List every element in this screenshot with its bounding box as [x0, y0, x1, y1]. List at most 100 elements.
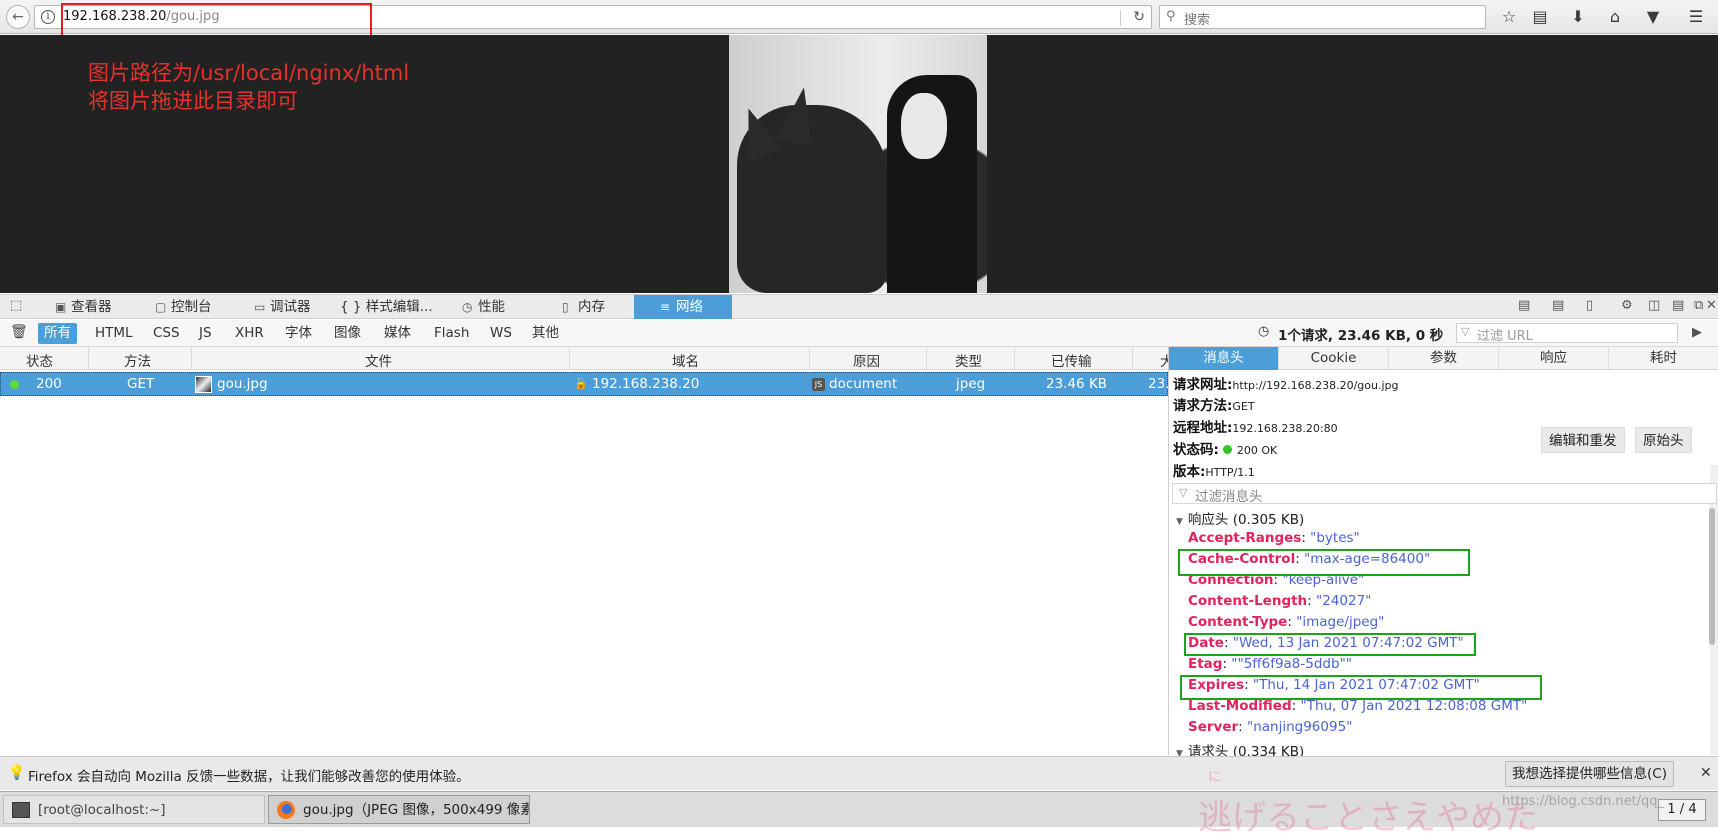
filter-all[interactable]: 所有	[38, 323, 77, 344]
task-firefox[interactable]: gou.jpg（JPEG 图像，500x499 像素...	[268, 795, 530, 824]
toggle-panel-icon[interactable]: ▶	[1692, 325, 1702, 340]
home-icon[interactable]: ⌂	[1604, 6, 1626, 28]
lightbulb-icon: 💡	[8, 765, 26, 781]
remote-address-row: 远程地址:192.168.238.20:80	[1173, 416, 1338, 436]
reading-list-icon[interactable]: ▤	[1529, 6, 1551, 28]
close-icon[interactable]: ✕	[1700, 765, 1712, 781]
response-headers-section[interactable]: ▼ 响应头 (0.305 KB)	[1176, 508, 1304, 528]
header-value: "bytes"	[1310, 530, 1360, 546]
scrollbar-thumb[interactable]	[1709, 508, 1715, 645]
cell-file: gou.jpg	[217, 376, 268, 392]
search-bar[interactable]: ⚲ 搜索	[1159, 5, 1486, 29]
layout-icon[interactable]: ▤	[1518, 298, 1530, 313]
firefox-icon	[277, 801, 295, 819]
pick-element-icon[interactable]: ⬚	[10, 298, 22, 313]
column-separator	[88, 347, 89, 370]
responsive-icon[interactable]: ▯	[1586, 298, 1593, 313]
filter-media[interactable]: 媒体	[378, 323, 417, 344]
tab-timings[interactable]: 耗时	[1609, 347, 1718, 370]
filter-html[interactable]: HTML	[89, 323, 139, 344]
menu-icon[interactable]: ☰	[1685, 6, 1707, 28]
notification-bar: 💡 Firefox 会自动向 Mozilla 反馈一些数据，让我们能够改善您的使…	[0, 756, 1718, 790]
tab-response[interactable]: 响应	[1499, 347, 1609, 370]
watermark-japanese: 逃げることさえやめた	[1198, 798, 1538, 838]
status-code-label: 状态码:	[1173, 442, 1219, 458]
url-separator	[1120, 10, 1121, 26]
tab-debugger[interactable]: ▭ 调试器	[250, 295, 335, 319]
filter-js[interactable]: JS	[193, 323, 218, 344]
filter-other[interactable]: 其他	[526, 323, 565, 344]
cell-size: 23.	[1148, 376, 1170, 392]
filter-css[interactable]: CSS	[147, 323, 186, 344]
filter-xhr[interactable]: XHR	[229, 323, 270, 344]
reload-icon[interactable]: ↻	[1133, 9, 1145, 25]
settings-icon[interactable]: ⚙	[1621, 298, 1633, 313]
column-separator	[926, 347, 927, 370]
status-dot	[10, 380, 19, 389]
tab-network[interactable]: ≡ 网络	[634, 295, 732, 319]
dock-bottom-icon[interactable]: ▤	[1672, 298, 1684, 313]
column-separator	[1014, 347, 1015, 370]
cell-type: jpeg	[956, 376, 986, 392]
tab-cookies[interactable]: Cookie	[1279, 347, 1389, 370]
edit-resend-button[interactable]: 编辑和重发	[1541, 427, 1625, 453]
photo-image	[729, 35, 987, 293]
header-value: "image/jpeg"	[1296, 614, 1385, 630]
request-method-value: GET	[1232, 400, 1255, 413]
filter-headers-input[interactable]: ▽ 过滤消息头	[1172, 483, 1717, 505]
js-cause-icon: JS	[812, 378, 825, 391]
console-icon: ▢	[155, 300, 167, 314]
raw-headers-button[interactable]: 原始头	[1635, 427, 1692, 453]
filter-fonts[interactable]: 字体	[279, 323, 318, 344]
filter-url-input[interactable]: ▽ 过滤 URL	[1456, 323, 1678, 344]
workspace-pager[interactable]: 1 / 4	[1658, 799, 1706, 821]
pocket-icon[interactable]: ▼	[1642, 6, 1664, 28]
trash-icon[interactable]: 🗑	[10, 324, 28, 340]
task-label: gou.jpg（JPEG 图像，500x499 像素...	[303, 802, 530, 818]
tab-params[interactable]: 参数	[1389, 347, 1499, 370]
tab-inspector[interactable]: ▣ 查看器	[51, 295, 147, 319]
request-url-value: http://192.168.238.20/gou.jpg	[1232, 379, 1399, 392]
column-domain[interactable]: 域名	[672, 350, 699, 370]
choose-info-button[interactable]: 我想选择提供哪些信息(C)	[1505, 761, 1674, 787]
column-file[interactable]: 文件	[365, 350, 392, 370]
column-cause[interactable]: 原因	[853, 350, 880, 370]
tab-headers[interactable]: 消息头	[1169, 347, 1279, 370]
filter-ws[interactable]: WS	[484, 323, 518, 344]
back-button[interactable]: ←	[6, 5, 30, 29]
tab-console[interactable]: ▢ 控制台	[151, 295, 245, 319]
version-label: 版本:	[1173, 464, 1206, 480]
column-type[interactable]: 类型	[955, 350, 982, 370]
filter-icon: ▽	[1179, 486, 1188, 499]
close-devtools-icon[interactable]: ✕	[1706, 298, 1717, 313]
column-transferred[interactable]: 已传输	[1051, 350, 1092, 370]
task-terminal[interactable]: [root@localhost:~]	[3, 795, 265, 824]
cell-method: GET	[127, 376, 155, 392]
filter-headers-placeholder: 过滤消息头	[1195, 489, 1263, 505]
cell-cause: document	[829, 376, 898, 392]
filter-images[interactable]: 图像	[328, 323, 367, 344]
filter-flash[interactable]: Flash	[428, 323, 475, 344]
column-status[interactable]: 状态	[26, 350, 53, 370]
request-row[interactable]: 200 GET gou.jpg 🔓 192.168.238.20 JS docu…	[0, 372, 1170, 396]
dock-side-icon[interactable]: ◫	[1648, 298, 1660, 313]
tab-style-editor[interactable]: { } 样式编辑...	[336, 295, 438, 319]
info-icon[interactable]: i	[41, 10, 55, 24]
header-row: Accept-Ranges: "bytes"	[1188, 530, 1360, 546]
request-summary: 1个请求, 23.46 KB, 0 秒	[1278, 328, 1444, 344]
tab-label: 查看器	[71, 299, 112, 315]
undock-icon[interactable]: ⧉	[1694, 298, 1703, 313]
tab-memory[interactable]: ▯ 内存	[558, 295, 628, 319]
request-method-row: 请求方法:GET	[1173, 394, 1255, 414]
download-icon[interactable]: ⬇	[1567, 6, 1589, 28]
tab-performance[interactable]: ◷ 性能	[458, 295, 528, 319]
request-method-label: 请求方法:	[1173, 398, 1233, 414]
terminal-icon	[12, 802, 30, 818]
bookmark-star-icon[interactable]: ☆	[1498, 6, 1520, 28]
request-url-row: 请求网址:http://192.168.238.20/gou.jpg	[1173, 373, 1399, 393]
scratchpad-icon[interactable]: ▤	[1552, 298, 1564, 313]
status-code-value: 200 OK	[1236, 444, 1278, 457]
column-method[interactable]: 方法	[124, 350, 151, 370]
watermark-small: に	[1208, 770, 1222, 785]
header-row: Content-Length: "24027"	[1188, 593, 1372, 609]
